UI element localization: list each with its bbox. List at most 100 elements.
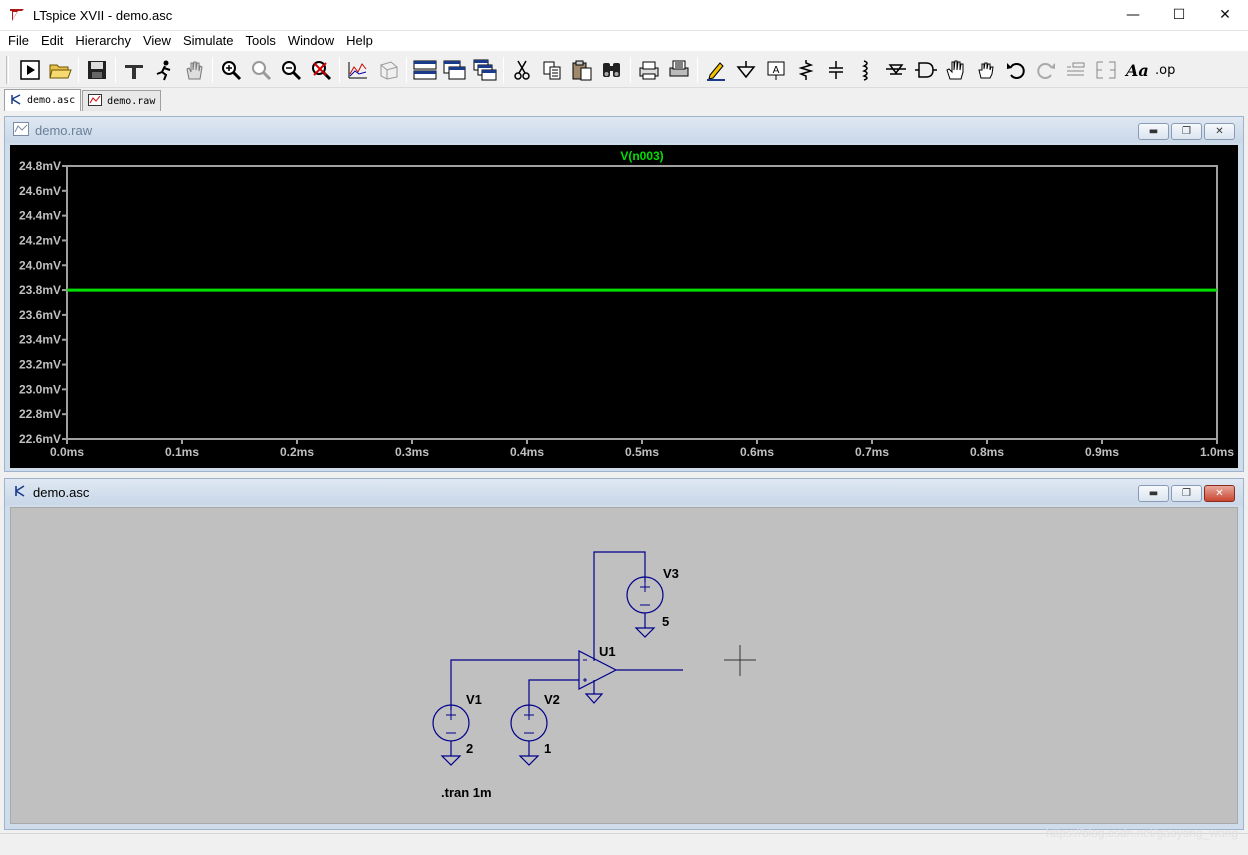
spice-directive-icon[interactable]: .op bbox=[1151, 55, 1181, 85]
diode-icon[interactable] bbox=[881, 55, 911, 85]
capacitor-icon[interactable] bbox=[821, 55, 851, 85]
minimize-button[interactable]: ▬ bbox=[1138, 123, 1169, 140]
maximize-button[interactable]: ☐ bbox=[1156, 0, 1202, 30]
print-icon[interactable] bbox=[634, 55, 664, 85]
tab-label: demo.asc bbox=[27, 95, 76, 106]
text-icon[interactable]: Aa bbox=[1121, 55, 1151, 85]
control-panel-icon[interactable] bbox=[119, 55, 149, 85]
tab-demo-raw[interactable]: demo.raw bbox=[82, 90, 162, 111]
y-tick-label: 24.4mV bbox=[19, 209, 61, 223]
ltspice-logo-icon bbox=[9, 7, 25, 23]
zoom-area-icon[interactable] bbox=[246, 55, 276, 85]
menu-bar: File Edit Hierarchy View Simulate Tools … bbox=[0, 31, 1248, 51]
cut-icon[interactable] bbox=[507, 55, 537, 85]
menu-file[interactable]: File bbox=[2, 31, 35, 51]
window-title: LTspice XVII - demo.asc bbox=[33, 7, 173, 23]
menu-window[interactable]: Window bbox=[282, 31, 340, 51]
waveform-icon bbox=[88, 93, 103, 109]
label-v3-name: V3 bbox=[663, 566, 679, 581]
find-icon[interactable] bbox=[597, 55, 627, 85]
toolbar-grip bbox=[6, 55, 9, 84]
wire-icon[interactable] bbox=[701, 55, 731, 85]
menu-simulate[interactable]: Simulate bbox=[177, 31, 240, 51]
tile-horizontal-icon[interactable] bbox=[410, 55, 440, 85]
title-bar: LTspice XVII - demo.asc — ☐ ✕ bbox=[0, 0, 1248, 31]
close-button[interactable]: ✕ bbox=[1202, 0, 1248, 30]
schematic-canvas[interactable]: V3 5 U1 V1 2 V2 1 .tran 1m bbox=[10, 507, 1238, 824]
pan-icon[interactable] bbox=[179, 55, 209, 85]
schematic-window-titlebar: demo.asc ▬ ❐ ✕ bbox=[5, 479, 1243, 505]
label-v1-name: V1 bbox=[466, 692, 482, 707]
minimize-button[interactable]: ▬ bbox=[1138, 485, 1169, 502]
schematic-window-title: demo.asc bbox=[33, 484, 90, 500]
ground-symbol bbox=[518, 741, 540, 766]
y-tick-label: 23.0mV bbox=[19, 382, 61, 396]
restore-button[interactable]: ❐ bbox=[1171, 123, 1202, 140]
close-button[interactable]: ✕ bbox=[1204, 485, 1235, 502]
toolbar-separator bbox=[339, 56, 340, 83]
ground-symbol bbox=[440, 741, 462, 766]
toolbar: A Aa .op bbox=[0, 52, 1248, 88]
svg-text:.op: .op bbox=[1155, 63, 1175, 78]
halt-icon[interactable] bbox=[149, 55, 179, 85]
plot-canvas: 24.8mV 24.6mV 24.4mV 24.2mV 24.0mV 23.8mV 23.6… bbox=[19, 149, 1234, 459]
run-icon[interactable] bbox=[15, 55, 45, 85]
x-tick-label: 0.9ms bbox=[1085, 445, 1119, 459]
plot-frame bbox=[66, 165, 1218, 440]
ground-icon[interactable] bbox=[731, 55, 761, 85]
save-icon[interactable] bbox=[82, 55, 112, 85]
menu-view[interactable]: View bbox=[137, 31, 177, 51]
waveform-plot[interactable]: 24.8mV 24.6mV 24.4mV 24.2mV 24.0mV 23.8mV 23.6… bbox=[10, 145, 1238, 468]
cascade-icon[interactable] bbox=[470, 55, 500, 85]
spice-directive[interactable]: .tran 1m bbox=[441, 785, 492, 800]
document-tabs: demo.asc demo.raw bbox=[0, 89, 1248, 111]
y-tick-label: 23.8mV bbox=[19, 283, 61, 297]
copy-icon[interactable] bbox=[537, 55, 567, 85]
print-setup-icon[interactable] bbox=[664, 55, 694, 85]
y-tick-label: 23.2mV bbox=[19, 358, 61, 372]
y-tick-label: 24.6mV bbox=[19, 184, 61, 198]
x-tick-label: 0.7ms bbox=[855, 445, 889, 459]
open-icon[interactable] bbox=[45, 55, 75, 85]
label-net-icon[interactable]: A bbox=[761, 55, 791, 85]
zoom-out-icon[interactable] bbox=[276, 55, 306, 85]
toolbar-separator bbox=[630, 56, 631, 83]
redo-icon[interactable] bbox=[1031, 55, 1061, 85]
label-v3-value: 5 bbox=[662, 614, 669, 629]
paste-icon[interactable] bbox=[567, 55, 597, 85]
toolbar-separator bbox=[78, 56, 79, 83]
component-icon[interactable] bbox=[911, 55, 941, 85]
label-u1-name: U1 bbox=[599, 644, 616, 659]
resistor-icon[interactable] bbox=[791, 55, 821, 85]
mirror-icon[interactable] bbox=[1091, 55, 1121, 85]
x-tick-label: 0.2ms bbox=[280, 445, 314, 459]
minimize-button[interactable]: — bbox=[1110, 0, 1156, 30]
menu-tools[interactable]: Tools bbox=[240, 31, 282, 51]
x-tick-label: 0.8ms bbox=[970, 445, 1004, 459]
zoom-in-icon[interactable] bbox=[216, 55, 246, 85]
y-tick-label: 24.2mV bbox=[19, 233, 61, 247]
x-tick-label: 0.6ms bbox=[740, 445, 774, 459]
menu-help[interactable]: Help bbox=[340, 31, 379, 51]
inductor-icon[interactable] bbox=[851, 55, 881, 85]
menu-hierarchy[interactable]: Hierarchy bbox=[69, 31, 137, 51]
tile-icon[interactable] bbox=[373, 55, 403, 85]
undo-icon[interactable] bbox=[1001, 55, 1031, 85]
drag-icon[interactable] bbox=[971, 55, 1001, 85]
crosshair-cursor bbox=[724, 645, 756, 676]
schematic-window: demo.asc ▬ ❐ ✕ V3 5 U1 V1 2 V2 1 .tran 1… bbox=[4, 478, 1244, 830]
close-button[interactable]: ✕ bbox=[1204, 123, 1235, 140]
menu-edit[interactable]: Edit bbox=[35, 31, 69, 51]
y-tick-label: 23.6mV bbox=[19, 308, 61, 322]
waveform-window-title: demo.raw bbox=[35, 122, 93, 138]
y-tick-label: 24.8mV bbox=[19, 159, 61, 173]
restore-button[interactable]: ❐ bbox=[1171, 485, 1202, 502]
autoscale-icon[interactable] bbox=[343, 55, 373, 85]
rotate-icon[interactable] bbox=[1061, 55, 1091, 85]
zoom-cancel-icon[interactable] bbox=[306, 55, 336, 85]
tile-vertical-icon[interactable] bbox=[440, 55, 470, 85]
trace-label: V(n003) bbox=[620, 149, 663, 163]
toolbar-separator bbox=[697, 56, 698, 83]
tab-demo-asc[interactable]: demo.asc bbox=[4, 89, 82, 111]
move-icon[interactable] bbox=[941, 55, 971, 85]
